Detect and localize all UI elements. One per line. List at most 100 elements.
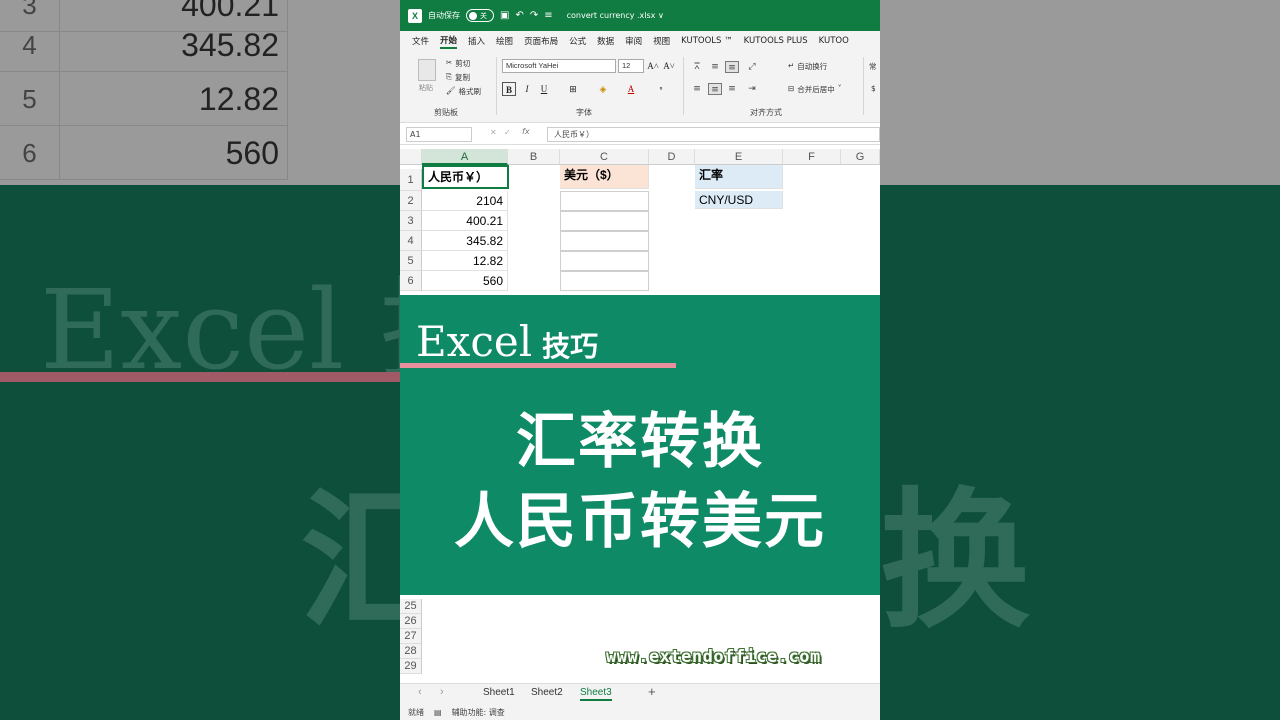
sheet-tab-1[interactable]: Sheet1 [483,687,515,698]
insert-function-icon[interactable]: fx [522,127,530,136]
align-right-icon[interactable]: ≡ [725,83,739,95]
autosave-toggle[interactable]: 关 [466,9,494,22]
orientation-icon[interactable]: ⤢ [745,61,759,73]
enter-icon[interactable]: ✓ [504,128,511,137]
row-header[interactable]: 25 [400,599,422,614]
tab-file[interactable]: 文件 [412,35,429,47]
prev-sheet-icon[interactable]: ‹ [418,686,422,698]
bold-button[interactable]: B [502,82,516,96]
align-bottom-icon[interactable]: ≡ [725,61,739,73]
merge-icon: ⊟ [788,84,795,93]
borders-icon[interactable]: ⊞ [566,82,580,96]
align-center-icon[interactable]: ≡ [708,83,722,95]
title-bar: X 自动保存 关 ▣ ↶ ↷ ≡ convert currency .xlsx … [400,0,880,31]
toggle-knob [469,11,477,20]
bg-big-char: 换 [880,475,1031,649]
cell-a3[interactable]: 400.21 [422,211,508,231]
currency-button[interactable]: $ [871,84,876,93]
customize-toolbar-icon[interactable]: ≡ [544,10,552,21]
ribbon-separator [863,57,864,115]
align-left-icon[interactable]: ≡ [690,83,704,95]
column-header[interactable]: B [508,149,560,165]
sheet-tab-2[interactable]: Sheet2 [531,687,563,698]
format-painter-button[interactable]: 🖌 格式刷 [446,86,481,97]
redo-icon[interactable]: ↷ [530,10,538,21]
increase-font-icon[interactable]: A˄ [646,59,660,73]
row-header[interactable]: 27 [400,629,422,644]
next-sheet-icon[interactable]: › [440,686,444,698]
column-header[interactable]: D [649,149,695,165]
cell-a4[interactable]: 345.82 [422,231,508,251]
cell-c6[interactable] [560,271,649,291]
number-format-select[interactable]: 常 [869,61,877,72]
row-header[interactable]: 2 [400,191,422,211]
paste-icon[interactable] [418,59,436,81]
merge-center-button[interactable]: ⊟ 合并后居中 ˅ [788,84,842,95]
ribbon-separator [496,57,497,115]
row-header[interactable]: 26 [400,614,422,629]
indent-icon[interactable]: ⇥ [745,83,759,95]
cell-a1[interactable]: 人民币￥） [422,165,509,189]
cell-c5[interactable] [560,251,649,271]
copy-button[interactable]: ⎘ 复制 [446,72,470,83]
tab-view[interactable]: 视图 [653,35,670,47]
cell-c4[interactable] [560,231,649,251]
column-header[interactable]: A [422,149,508,165]
decrease-font-icon[interactable]: A˅ [662,59,676,73]
accessibility-status[interactable]: 辅助功能: 调查 [452,707,505,718]
cell-a5[interactable]: 12.82 [422,251,508,271]
tab-kutools[interactable]: KUTOOLS ™ [681,36,732,46]
undo-icon[interactable]: ↶ [515,10,523,21]
bg-row-number: 6 [0,126,60,180]
cell-c3[interactable] [560,211,649,231]
row-header[interactable]: 28 [400,644,422,659]
watermark: www.extendoffice.com [606,647,821,667]
font-color-icon[interactable]: A [624,82,638,96]
cell-c1[interactable]: 美元（$） [560,165,649,189]
font-name-select[interactable]: Microsoft YaHei [502,59,616,73]
tab-draw[interactable]: 绘图 [496,35,513,47]
add-sheet-button[interactable]: + [648,684,656,699]
macro-record-icon[interactable]: ▤ [434,708,442,717]
align-top-icon[interactable]: ⩞ [690,61,704,73]
row-header[interactable]: 1 [400,169,422,191]
tab-kutools-more[interactable]: KUTOO [819,36,849,46]
select-all-corner[interactable] [400,149,422,165]
column-header[interactable]: E [695,149,783,165]
row-header[interactable]: 4 [400,231,422,251]
underline-button[interactable]: U [537,82,551,96]
tab-formulas[interactable]: 公式 [569,35,586,47]
row-header[interactable]: 3 [400,211,422,231]
cell-e1[interactable]: 汇率 [695,165,783,189]
font-size-select[interactable]: 12 [618,59,644,73]
row-header[interactable]: 5 [400,251,422,271]
align-middle-icon[interactable]: ≡ [708,61,722,73]
cut-button[interactable]: ✂ 剪切 [446,58,470,69]
formula-input[interactable]: 人民币￥） [547,127,880,142]
sheet-tab-3[interactable]: Sheet3 [580,687,612,701]
tab-page-layout[interactable]: 页面布局 [524,35,558,47]
save-icon[interactable]: ▣ [500,10,509,21]
row-header[interactable]: 29 [400,659,422,674]
cell-a6[interactable]: 560 [422,271,508,291]
tab-kutools-plus[interactable]: KUTOOLS PLUS [744,36,808,46]
file-name[interactable]: convert currency .xlsx ∨ [567,11,664,20]
fill-color-icon[interactable]: ◈ [596,82,610,96]
name-box[interactable]: A1 [406,127,472,142]
wrap-text-button[interactable]: ↵ 自动换行 [788,61,827,72]
cell-a2[interactable]: 2104 [422,191,508,211]
tab-review[interactable]: 审阅 [625,35,642,47]
tab-home[interactable]: 开始 [440,34,458,49]
cell-e2[interactable]: CNY/USD [695,191,783,209]
column-header[interactable]: C [560,149,649,165]
tab-data[interactable]: 数据 [597,35,614,47]
italic-button[interactable]: I [520,82,534,96]
row-header[interactable]: 6 [400,271,422,291]
column-header[interactable]: G [841,149,880,165]
cancel-icon[interactable]: ✕ [490,128,497,137]
cell-c2[interactable] [560,191,649,211]
column-header[interactable]: F [783,149,841,165]
tab-insert[interactable]: 插入 [468,35,485,47]
bg-row-number: 4 [0,18,60,72]
phonetic-icon[interactable]: ⁿ [654,82,668,96]
